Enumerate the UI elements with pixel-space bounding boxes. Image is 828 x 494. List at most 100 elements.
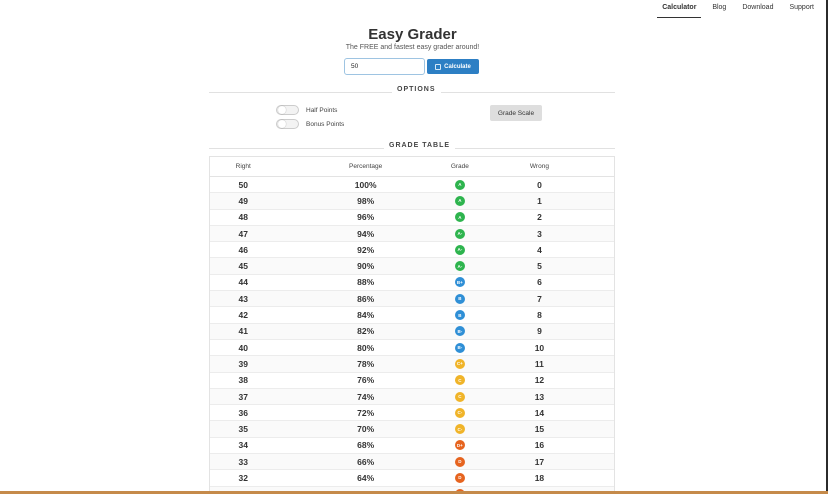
cell-wrong: 4 <box>537 244 542 255</box>
col-right: Right <box>235 163 251 170</box>
cell-wrong: 13 <box>534 391 545 402</box>
table-row: 34 68% D+ 16 <box>210 438 614 455</box>
table-row: 37 74% C 13 <box>210 388 614 406</box>
cell-percentage: 100% <box>354 179 377 190</box>
grade-table: Right Percentage Grade Wrong 50 100% A 0 49 9… <box>209 156 615 494</box>
bonus-points-toggle[interactable] <box>276 119 299 129</box>
cell-grade: A <box>454 179 465 190</box>
table-row: 46 92% A- 4 <box>210 242 614 259</box>
question-count-input[interactable] <box>344 58 425 75</box>
calculate-button-label: Calculate <box>444 63 471 70</box>
cell-percentage: 82% <box>357 326 375 337</box>
nav-blog[interactable]: Blog <box>704 0 734 18</box>
cell-wrong: 0 <box>537 179 542 190</box>
cell-percentage: 74% <box>357 391 375 402</box>
half-points-toggle[interactable] <box>276 105 299 115</box>
cell-right: 49 <box>238 195 248 206</box>
cell-grade: B <box>454 310 465 321</box>
grade-badge: C+ <box>454 358 465 369</box>
table-row: 41 82% B- 9 <box>210 323 614 340</box>
cell-percentage: 80% <box>357 342 375 353</box>
cell-wrong: 3 <box>537 228 542 239</box>
grade-badge: C- <box>454 424 465 435</box>
cell-grade: C- <box>454 407 465 418</box>
cell-percentage: 76% <box>357 375 375 386</box>
cell-percentage: 64% <box>357 472 375 483</box>
grade-badge: D <box>454 472 465 483</box>
cell-percentage: 92% <box>357 244 375 255</box>
table-row: 36 72% C- 14 <box>210 405 614 422</box>
options-heading: OPTIONS <box>392 86 441 93</box>
cell-right: 36 <box>238 407 248 418</box>
table-row: 47 94% A- 3 <box>210 225 614 243</box>
table-row: 48 96% A 2 <box>210 210 614 226</box>
grade-badge: B- <box>454 326 465 337</box>
cell-percentage: 66% <box>357 456 375 467</box>
cell-grade: A <box>454 195 465 206</box>
grade-table-heading: GRADE TABLE <box>384 142 456 149</box>
cell-percentage: 94% <box>357 228 375 239</box>
grade-badge: B- <box>454 342 465 353</box>
cell-right: 33 <box>238 456 248 467</box>
col-wrong: Wrong <box>529 163 549 170</box>
table-row: 39 78% C+ 11 <box>210 356 614 373</box>
cell-right: 48 <box>238 212 248 223</box>
cell-wrong: 1 <box>537 195 542 206</box>
bonus-points-option: Bonus Points <box>276 119 344 129</box>
grade-badge: D+ <box>454 440 465 451</box>
grade-badge: A <box>454 195 465 206</box>
nav-calculator[interactable]: Calculator <box>657 0 702 18</box>
cell-percentage: 98% <box>357 195 375 206</box>
page-tagline: The FREE and fastest easy grader around! <box>345 44 480 51</box>
cell-percentage: 78% <box>357 358 375 369</box>
cell-wrong: 14 <box>534 407 545 418</box>
cell-grade: D <box>454 456 465 467</box>
cell-wrong: 17 <box>534 456 545 467</box>
bonus-points-label: Bonus Points <box>306 120 345 128</box>
half-points-option: Half Points <box>276 105 337 115</box>
table-row: 35 70% C- 15 <box>210 421 614 438</box>
table-row: 43 86% B 7 <box>210 291 614 308</box>
table-body: 50 100% A 0 49 98% A 1 48 96% A 2 4 7 94% A- 3 4 6 92% A- 4 4 5… <box>210 177 614 494</box>
calculate-button[interactable]: Calculate <box>427 59 479 74</box>
cell-grade: C <box>454 375 465 386</box>
cell-percentage: 72% <box>357 407 375 418</box>
cell-grade: A <box>454 212 465 223</box>
table-row: 50 100% A 0 <box>210 177 614 194</box>
nav-download[interactable]: Download <box>734 0 781 18</box>
grade-badge: C- <box>454 407 465 418</box>
cell-grade: B <box>454 293 465 304</box>
table-row: 33 66% D 17 <box>210 454 614 471</box>
cell-right: 50 <box>238 179 248 190</box>
cell-grade: A- <box>454 244 465 255</box>
cell-wrong: 7 <box>537 293 542 304</box>
table-row: 42 84% B 8 <box>210 307 614 324</box>
table-row: 44 88% B+ 6 <box>210 275 614 292</box>
cell-right: 32 <box>238 472 248 483</box>
cell-grade: C+ <box>454 358 465 369</box>
cell-grade: C <box>454 391 465 402</box>
grade-badge: B <box>454 293 465 304</box>
col-percentage: Percentage <box>349 163 383 170</box>
cell-percentage: 84% <box>357 310 375 321</box>
cell-wrong: 12 <box>534 375 545 386</box>
cell-grade: B+ <box>454 277 465 288</box>
cell-right: 39 <box>238 358 248 369</box>
nav-support[interactable]: Support <box>781 0 822 18</box>
cell-percentage: 86% <box>357 293 375 304</box>
grade-scale-button[interactable]: Grade Scale <box>490 105 542 121</box>
cell-grade: C- <box>454 424 465 435</box>
calculator-row: Calculate <box>344 58 479 75</box>
cell-right: 44 <box>238 277 248 288</box>
cell-right: 41 <box>238 326 248 337</box>
cell-grade: D+ <box>454 440 465 451</box>
table-header: Right Percentage Grade Wrong <box>210 157 614 177</box>
cell-right: 40 <box>238 342 248 353</box>
cell-wrong: 9 <box>537 326 542 337</box>
cell-right: 34 <box>238 440 248 451</box>
cell-wrong: 16 <box>534 440 545 451</box>
cell-right: 37 <box>238 391 248 402</box>
cell-wrong: 6 <box>537 277 542 288</box>
cell-grade: A- <box>454 228 465 239</box>
page-title: Easy Grader <box>368 26 457 43</box>
